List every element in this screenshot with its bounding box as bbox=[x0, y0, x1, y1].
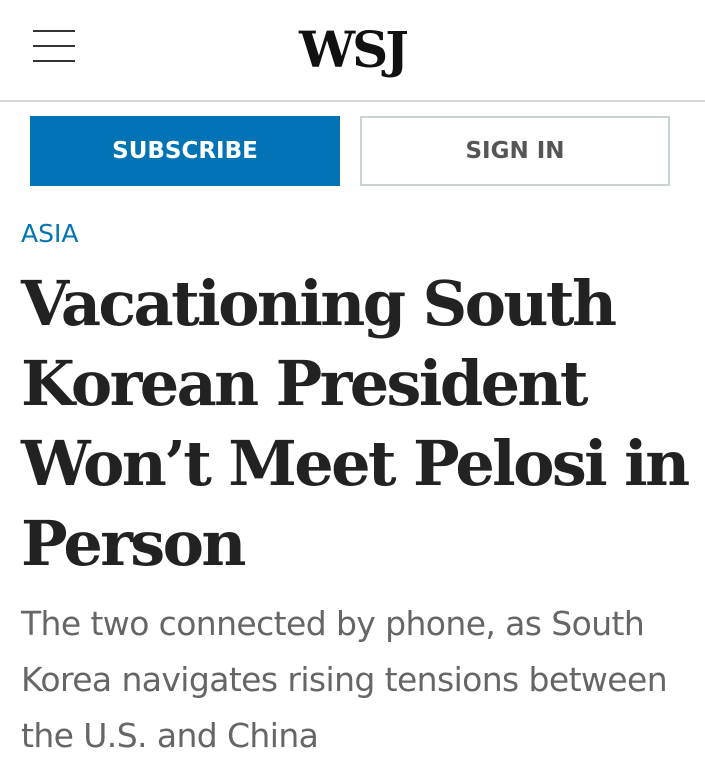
sign-in-button[interactable]: SIGN IN bbox=[360, 116, 670, 186]
subscribe-button[interactable]: SUBSCRIBE bbox=[30, 116, 340, 186]
article-headline: Vacationing South Korean President Won’t… bbox=[21, 267, 690, 580]
site-header: WSJ bbox=[0, 0, 705, 102]
section-label[interactable]: ASIA bbox=[21, 217, 78, 251]
article-dek: The two connected by phone, as South Kor… bbox=[21, 604, 668, 755]
wsj-logo[interactable]: WSJ bbox=[0, 20, 705, 80]
